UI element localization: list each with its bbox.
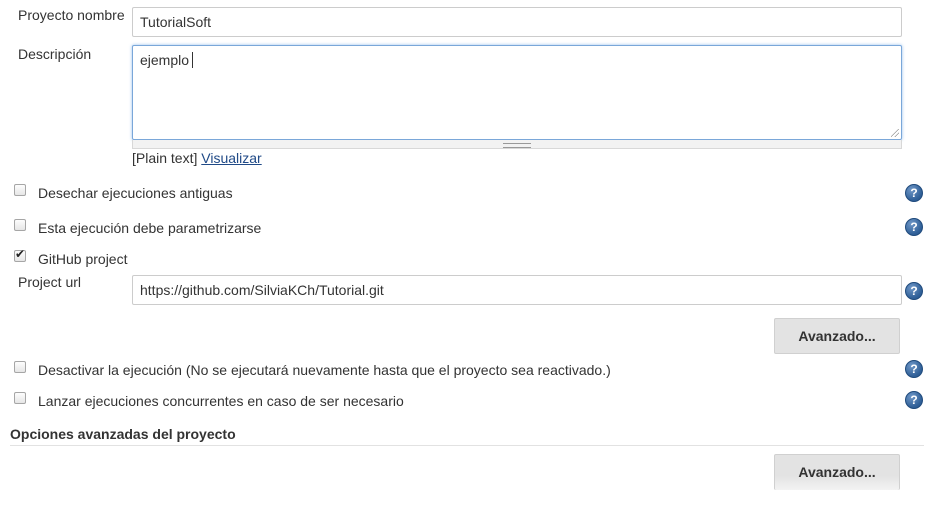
project-name-label: Proyecto nombre [18,7,125,23]
description-text: ejemplo [140,52,190,68]
help-icon[interactable]: ? [905,282,923,300]
github-advanced-button[interactable]: Avanzado... [774,318,900,354]
preview-link[interactable]: Visualizar [201,150,261,166]
discard-old-builds-checkbox[interactable] [14,184,26,196]
concurrent-builds-checkbox[interactable] [14,392,26,404]
parameterized-label: Esta ejecución debe parametrizarse [38,220,262,236]
github-project-checkbox[interactable]: ✔ [14,247,26,262]
advanced-section-title: Opciones avanzadas del proyecto [10,426,236,442]
project-url-input[interactable]: https://github.com/SilviaKCh/Tutorial.gi… [132,275,902,305]
github-project-label: GitHub project [38,251,128,267]
help-icon[interactable]: ? [905,360,923,378]
disable-build-checkbox[interactable] [14,361,26,373]
text-caret [192,52,194,68]
discard-old-builds-label: Desechar ejecuciones antiguas [38,185,233,201]
section-divider [10,445,924,446]
project-advanced-button[interactable]: Avanzado... [774,454,900,490]
parameterized-checkbox[interactable] [14,219,26,231]
disable-build-label: Desactivar la ejecución (No se ejecutará… [38,362,611,378]
help-icon[interactable]: ? [905,184,923,202]
project-url-label: Project url [18,274,82,290]
drag-handle-icon [503,143,531,148]
check-icon: ✔ [15,247,26,261]
concurrent-builds-label: Lanzar ejecuciones concurrentes en caso … [38,393,404,409]
resize-grip-icon[interactable] [891,129,899,137]
textarea-drag-bar[interactable] [132,140,902,149]
help-icon[interactable]: ? [905,391,923,409]
description-label: Descripción [18,46,92,62]
format-prefix: [Plain text] [132,150,198,166]
description-textarea[interactable]: ejemplo [132,45,902,140]
format-line: [Plain text] Visualizar [132,149,262,167]
help-icon[interactable]: ? [905,218,923,236]
project-name-input[interactable]: TutorialSoft [132,7,902,37]
